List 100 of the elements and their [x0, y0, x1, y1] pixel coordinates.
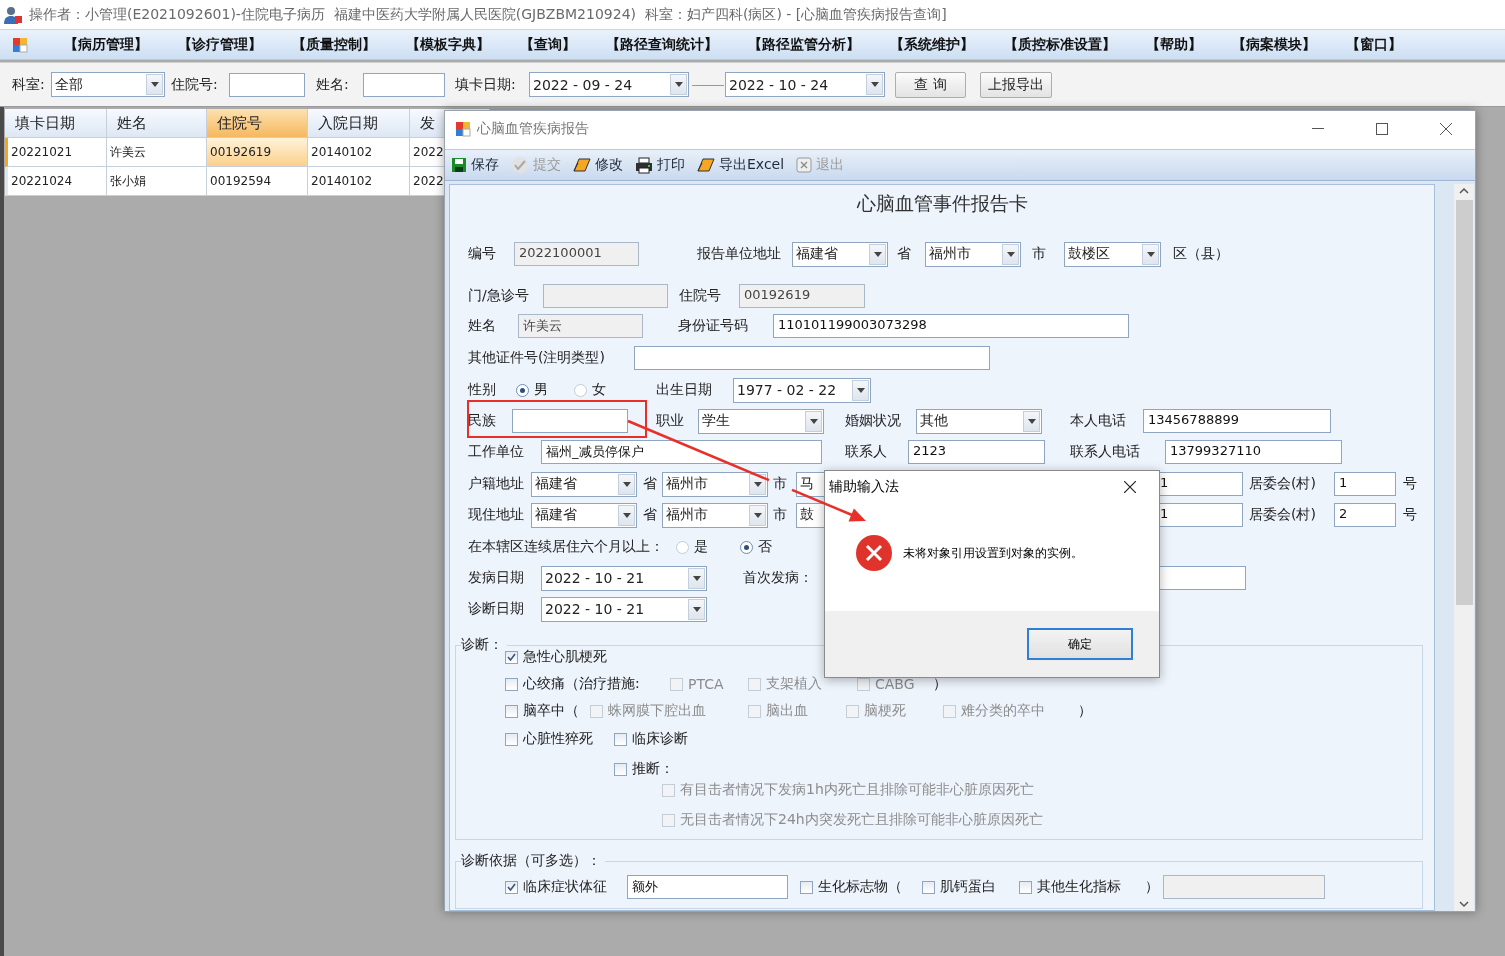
menu-item[interactable]: 【病案模块】 — [1232, 35, 1316, 54]
paren-text: ） — [1078, 702, 1092, 720]
toolbar-button[interactable]: 打印 — [635, 156, 685, 174]
text-field[interactable] — [1163, 875, 1325, 899]
caret-icon — [1006, 251, 1015, 257]
table-cell: 许美云 — [107, 138, 207, 167]
text-field[interactable]: 00192619 — [739, 284, 865, 308]
text-field[interactable]: 1 — [1334, 472, 1396, 496]
app-icon — [12, 36, 28, 53]
ok-button[interactable]: 确定 — [1027, 628, 1133, 660]
combo-box[interactable]: 全部 — [51, 72, 165, 97]
caret-icon — [809, 418, 818, 424]
window-title: 心脑血管疾病报告 — [477, 120, 590, 138]
checkbox[interactable] — [505, 677, 518, 691]
text-field[interactable]: 110101199003073298 — [773, 314, 1129, 338]
field-label: 民族 — [468, 412, 496, 430]
option-label: 是 — [694, 538, 708, 556]
menu-item[interactable]: 【诊疗管理】 — [178, 35, 262, 54]
menu-item[interactable]: 【质控标准设置】 — [1004, 35, 1116, 54]
caret-icon — [692, 575, 701, 581]
table-cell: 20221024 — [5, 167, 107, 196]
combo-box[interactable]: 福建省 — [531, 471, 637, 497]
eraser-icon — [573, 157, 591, 173]
text-field[interactable]: 13799327110 — [1165, 440, 1342, 464]
combo-box[interactable]: 福州市 — [925, 241, 1021, 267]
form-heading: 心脑血管事件报告卡 — [855, 191, 1029, 216]
combo-box[interactable]: 学生 — [698, 408, 824, 434]
field-label: 居委会(村) — [1249, 506, 1316, 524]
text-field[interactable]: 福州_减员停保户 — [541, 440, 822, 464]
checkbox[interactable] — [614, 762, 627, 776]
option-label: PTCA — [688, 676, 724, 692]
option-label: 脑出血 — [766, 702, 808, 720]
text-field[interactable]: 许美云 — [518, 314, 643, 338]
text-field[interactable]: 2123 — [908, 440, 1045, 464]
menu-item[interactable]: 【病历管理】 — [64, 35, 148, 54]
maximize-icon — [1376, 123, 1388, 135]
column-header[interactable]: 住院号 — [207, 109, 308, 138]
menu-item[interactable]: 【查询】 — [520, 35, 576, 54]
combo-box[interactable]: 其他 — [916, 408, 1042, 434]
text-field[interactable]: 额外 — [627, 875, 788, 899]
action-button[interactable]: 查 询 — [895, 71, 966, 98]
option-label: 肌钙蛋白 — [940, 878, 996, 896]
text-field[interactable] — [634, 346, 990, 370]
combo-box[interactable]: 福州市 — [662, 502, 768, 528]
date-picker[interactable]: 2022 - 10 - 21 — [541, 596, 707, 622]
menu-item[interactable]: 【窗口】 — [1346, 35, 1402, 54]
date-picker[interactable]: 1977 - 02 - 22 — [733, 377, 871, 403]
option-label: 难分类的卒中 — [961, 702, 1045, 720]
option-label: CABG — [875, 676, 915, 692]
combo-box[interactable]: 福建省 — [531, 502, 637, 528]
field-label: 门/急诊号 — [468, 287, 529, 305]
text-field[interactable] — [543, 284, 668, 308]
field-label: 市 — [773, 475, 787, 493]
scroll-thumb[interactable] — [1455, 200, 1473, 605]
scrollbar[interactable] — [1454, 184, 1474, 911]
text-field[interactable]: 2 — [1334, 503, 1396, 527]
combo-box[interactable]: 鼓楼区 — [1064, 241, 1161, 267]
caret-icon — [674, 82, 683, 87]
checkbox[interactable] — [800, 880, 813, 894]
field-label: 区（县） — [1173, 245, 1229, 263]
combo-box[interactable]: 福建省 — [792, 241, 888, 267]
checkbox[interactable] — [922, 880, 935, 894]
field-label: 工作单位 — [468, 443, 524, 461]
column-header[interactable]: 姓名 — [107, 109, 207, 138]
caret-icon — [692, 606, 701, 612]
field-label: 报告单位地址 — [697, 245, 781, 263]
checkbox[interactable] — [1019, 880, 1032, 894]
option-label: 否 — [758, 538, 772, 556]
radio-button[interactable] — [676, 540, 689, 554]
checkbox[interactable] — [505, 732, 518, 746]
text-field[interactable]: 13456788899 — [1143, 409, 1331, 433]
menu-item[interactable]: 【帮助】 — [1146, 35, 1202, 54]
radio-button[interactable] — [740, 540, 753, 554]
action-button[interactable]: 上报导出 — [980, 71, 1052, 98]
date-picker[interactable]: 2022 - 10 - 21 — [541, 565, 707, 591]
toolbar-button[interactable]: 修改 — [573, 156, 623, 174]
checkbox[interactable] — [505, 650, 518, 664]
menu-item[interactable]: 【模板字典】 — [406, 35, 490, 54]
text-field[interactable]: 2022100001 — [514, 242, 639, 266]
checkbox[interactable] — [505, 704, 518, 718]
toolbar-button[interactable]: 导出Excel — [697, 156, 785, 174]
text-field[interactable] — [363, 72, 445, 97]
text-field[interactable] — [229, 72, 305, 97]
checkbox[interactable] — [505, 880, 518, 894]
table-cell: 张小娟 — [107, 167, 207, 196]
menu-item[interactable]: 【路径查询统计】 — [606, 35, 718, 54]
date-picker[interactable]: 2022 - 09 - 24 — [529, 72, 689, 97]
printer-icon — [635, 156, 653, 174]
column-header[interactable]: 填卡日期 — [5, 109, 107, 138]
menu-item[interactable]: 【质量控制】 — [292, 35, 376, 54]
combo-box[interactable]: 福州市 — [662, 471, 768, 497]
radio-button[interactable] — [574, 383, 587, 397]
radio-button[interactable] — [516, 383, 529, 397]
menu-item[interactable]: 【路径监管分析】 — [748, 35, 860, 54]
menu-item[interactable]: 【系统维护】 — [890, 35, 974, 54]
column-header[interactable]: 入院日期 — [308, 109, 410, 138]
text-field[interactable] — [512, 409, 628, 433]
field-label: 在本辖区连续居住六个月以上： — [468, 538, 664, 556]
checkbox[interactable] — [614, 732, 627, 746]
date-picker[interactable]: 2022 - 10 - 24 — [725, 72, 885, 97]
